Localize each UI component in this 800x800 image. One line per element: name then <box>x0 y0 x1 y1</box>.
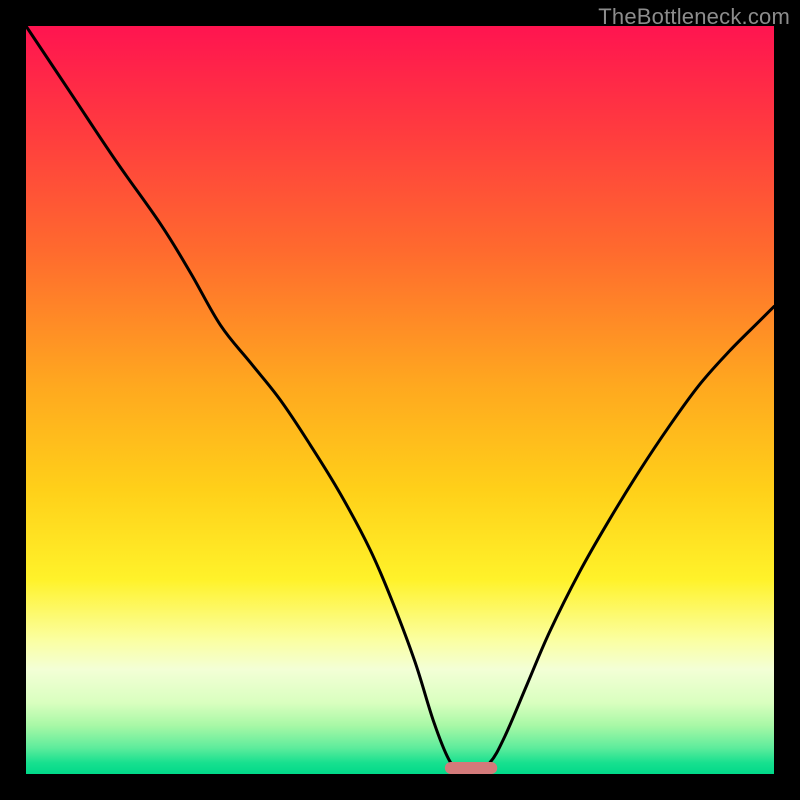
chart-area <box>26 26 774 774</box>
gradient-background <box>26 26 774 774</box>
chart-svg <box>26 26 774 774</box>
optimal-range-marker <box>445 762 497 774</box>
